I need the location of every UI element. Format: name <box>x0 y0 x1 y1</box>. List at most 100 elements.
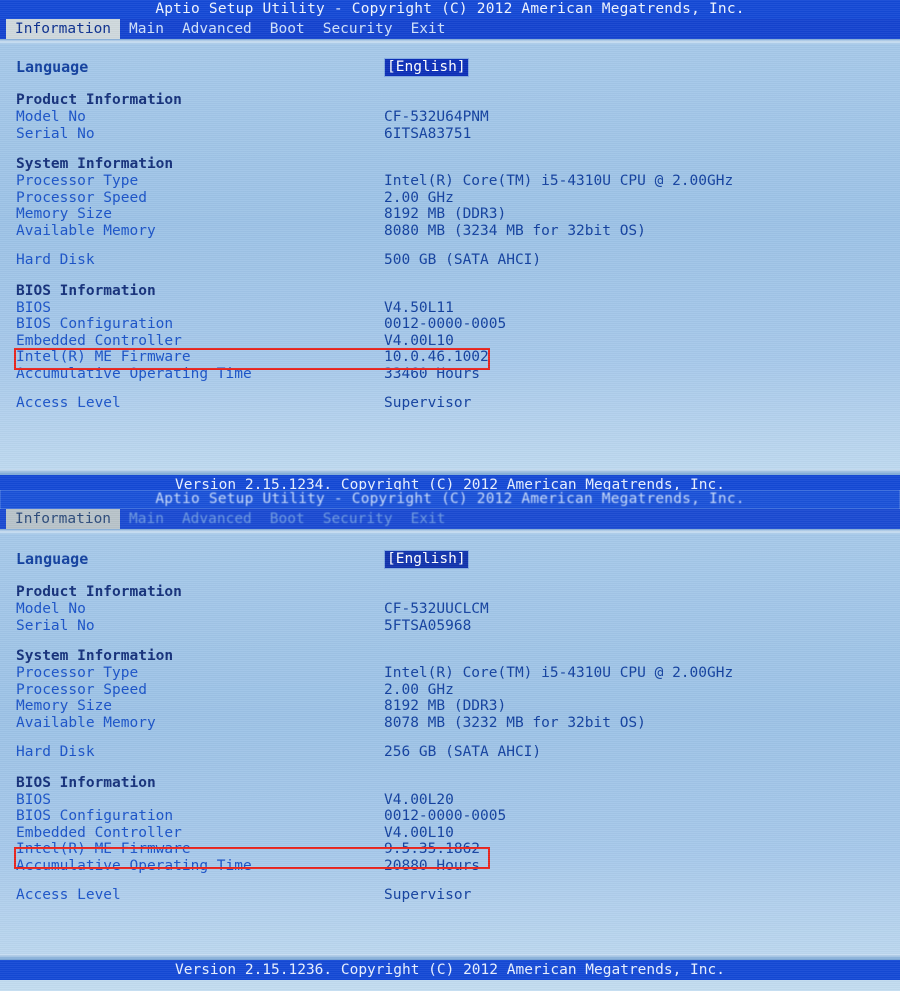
section-title: System Information <box>16 648 174 664</box>
bios-screen-top: Aptio Setup Utility - Copyright (C) 2012… <box>0 0 900 495</box>
tab-advanced[interactable]: Advanced <box>173 19 261 39</box>
serial-no-row: Serial No 6ITSA83751 <box>0 126 900 143</box>
processor-type-row: Processor Type Intel(R) Core(TM) i5-4310… <box>0 665 900 682</box>
hard-disk-value: 500 GB (SATA AHCI) <box>384 252 542 269</box>
bios-title-bar: Aptio Setup Utility - Copyright (C) 2012… <box>0 490 900 509</box>
bios-version-footer: Version 2.15.1236. Copyright (C) 2012 Am… <box>0 960 900 980</box>
accumulative-operating-time-value: 20880 Hours <box>384 857 481 874</box>
tab-boot[interactable]: Boot <box>261 509 314 529</box>
embedded-controller-label: Embedded Controller <box>16 824 182 841</box>
bios-configuration-label: BIOS Configuration <box>16 316 174 333</box>
section-title: BIOS Information <box>16 282 156 299</box>
me-firmware-label: Intel(R) ME Firmware <box>16 349 191 366</box>
bios-title-bar: Aptio Setup Utility - Copyright (C) 2012… <box>0 0 900 19</box>
language-value[interactable]: [English] <box>384 549 469 569</box>
processor-type-value: Intel(R) Core(TM) i5-4310U CPU @ 2.00GHz <box>384 173 734 190</box>
access-level-value: Supervisor <box>384 887 472 904</box>
tab-exit[interactable]: Exit <box>402 509 455 529</box>
tab-advanced[interactable]: Advanced <box>173 509 261 529</box>
processor-speed-row: Processor Speed 2.00 GHz <box>0 190 900 207</box>
tab-main[interactable]: Main <box>120 509 173 529</box>
tab-security[interactable]: Security <box>314 509 402 529</box>
embedded-controller-value: V4.00L10 <box>384 332 454 349</box>
access-level-label: Access Level <box>16 887 121 904</box>
tab-information[interactable]: Information <box>6 19 121 39</box>
memory-size-value: 8192 MB (DDR3) <box>384 206 507 223</box>
tab-main[interactable]: Main <box>120 19 173 39</box>
available-memory-row: Available Memory 8078 MB (3232 MB for 32… <box>0 715 900 732</box>
bios-version-row: BIOS V4.50L11 <box>0 300 900 317</box>
system-information-heading: System Information <box>0 155 900 173</box>
serial-no-value: 5FTSA05968 <box>384 617 472 634</box>
processor-speed-value: 2.00 GHz <box>384 681 454 698</box>
hard-disk-row: Hard Disk 256 GB (SATA AHCI) <box>0 744 900 761</box>
bios-information-heading: BIOS Information <box>0 282 900 300</box>
me-firmware-row: Intel(R) ME Firmware 10.0.46.1002 <box>0 349 900 366</box>
serial-no-label: Serial No <box>16 125 95 142</box>
available-memory-value: 8080 MB (3234 MB for 32bit OS) <box>384 222 646 239</box>
bios-configuration-row: BIOS Configuration 0012-0000-0005 <box>0 808 900 825</box>
model-no-label: Model No <box>16 601 86 618</box>
bios-menu-bar: Information Main Advanced Boot Security … <box>0 19 900 39</box>
bios-configuration-row: BIOS Configuration 0012-0000-0005 <box>0 316 900 333</box>
bios-label: BIOS <box>16 791 51 808</box>
embedded-controller-value: V4.00L10 <box>384 824 454 841</box>
processor-speed-value: 2.00 GHz <box>384 189 454 206</box>
section-title: Product Information <box>16 584 182 600</box>
accumulative-operating-time-row: Accumulative Operating Time 20880 Hours <box>0 858 900 875</box>
tab-boot[interactable]: Boot <box>261 19 314 39</box>
bios-configuration-label: BIOS Configuration <box>16 808 174 825</box>
memory-size-value: 8192 MB (DDR3) <box>384 698 507 715</box>
information-page-body: Language [English] Product Information M… <box>0 44 900 412</box>
me-firmware-label: Intel(R) ME Firmware <box>16 841 191 858</box>
bios-value: V4.00L20 <box>384 791 454 808</box>
access-level-row: Access Level Supervisor <box>0 395 900 412</box>
me-firmware-row: Intel(R) ME Firmware 9.5.35.1862 <box>0 841 900 858</box>
serial-no-row: Serial No 5FTSA05968 <box>0 618 900 635</box>
bios-screen-bottom: Aptio Setup Utility - Copyright (C) 2012… <box>0 490 900 991</box>
available-memory-label: Available Memory <box>16 714 156 731</box>
hard-disk-label: Hard Disk <box>16 252 95 269</box>
model-no-label: Model No <box>16 109 86 126</box>
language-row[interactable]: Language [English] <box>0 56 900 78</box>
information-page-body: Language [English] Product Information M… <box>0 534 900 904</box>
me-firmware-value: 9.5.35.1862 <box>384 841 481 858</box>
serial-no-value: 6ITSA83751 <box>384 125 472 142</box>
memory-size-row: Memory Size 8192 MB (DDR3) <box>0 698 900 715</box>
language-value[interactable]: [English] <box>384 57 469 77</box>
bios-information-heading: BIOS Information <box>0 774 900 792</box>
accumulative-operating-time-label: Accumulative Operating Time <box>16 365 252 382</box>
section-title: BIOS Information <box>16 774 156 791</box>
hard-disk-value: 256 GB (SATA AHCI) <box>384 744 542 761</box>
access-level-row: Access Level Supervisor <box>0 887 900 904</box>
tab-security[interactable]: Security <box>314 19 402 39</box>
memory-size-label: Memory Size <box>16 206 113 223</box>
language-label: Language <box>16 550 89 568</box>
memory-size-label: Memory Size <box>16 698 113 715</box>
hard-disk-label: Hard Disk <box>16 744 95 761</box>
serial-no-label: Serial No <box>16 617 95 634</box>
tab-exit[interactable]: Exit <box>402 19 455 39</box>
me-firmware-value: 10.0.46.1002 <box>384 349 489 366</box>
bios-configuration-value: 0012-0000-0005 <box>384 316 507 333</box>
bios-menu-bar: Information Main Advanced Boot Security … <box>0 509 900 529</box>
available-memory-label: Available Memory <box>16 222 156 239</box>
accumulative-operating-time-row: Accumulative Operating Time 33460 Hours <box>0 366 900 383</box>
processor-speed-label: Processor Speed <box>16 681 147 698</box>
section-title: Product Information <box>16 92 182 108</box>
system-information-heading: System Information <box>0 647 900 665</box>
tab-information[interactable]: Information <box>6 509 121 529</box>
available-memory-value: 8078 MB (3232 MB for 32bit OS) <box>384 714 646 731</box>
bios-label: BIOS <box>16 299 51 316</box>
processor-type-label: Processor Type <box>16 173 139 190</box>
language-row[interactable]: Language [English] <box>0 548 900 570</box>
product-information-heading: Product Information <box>0 91 900 109</box>
product-information-heading: Product Information <box>0 583 900 601</box>
